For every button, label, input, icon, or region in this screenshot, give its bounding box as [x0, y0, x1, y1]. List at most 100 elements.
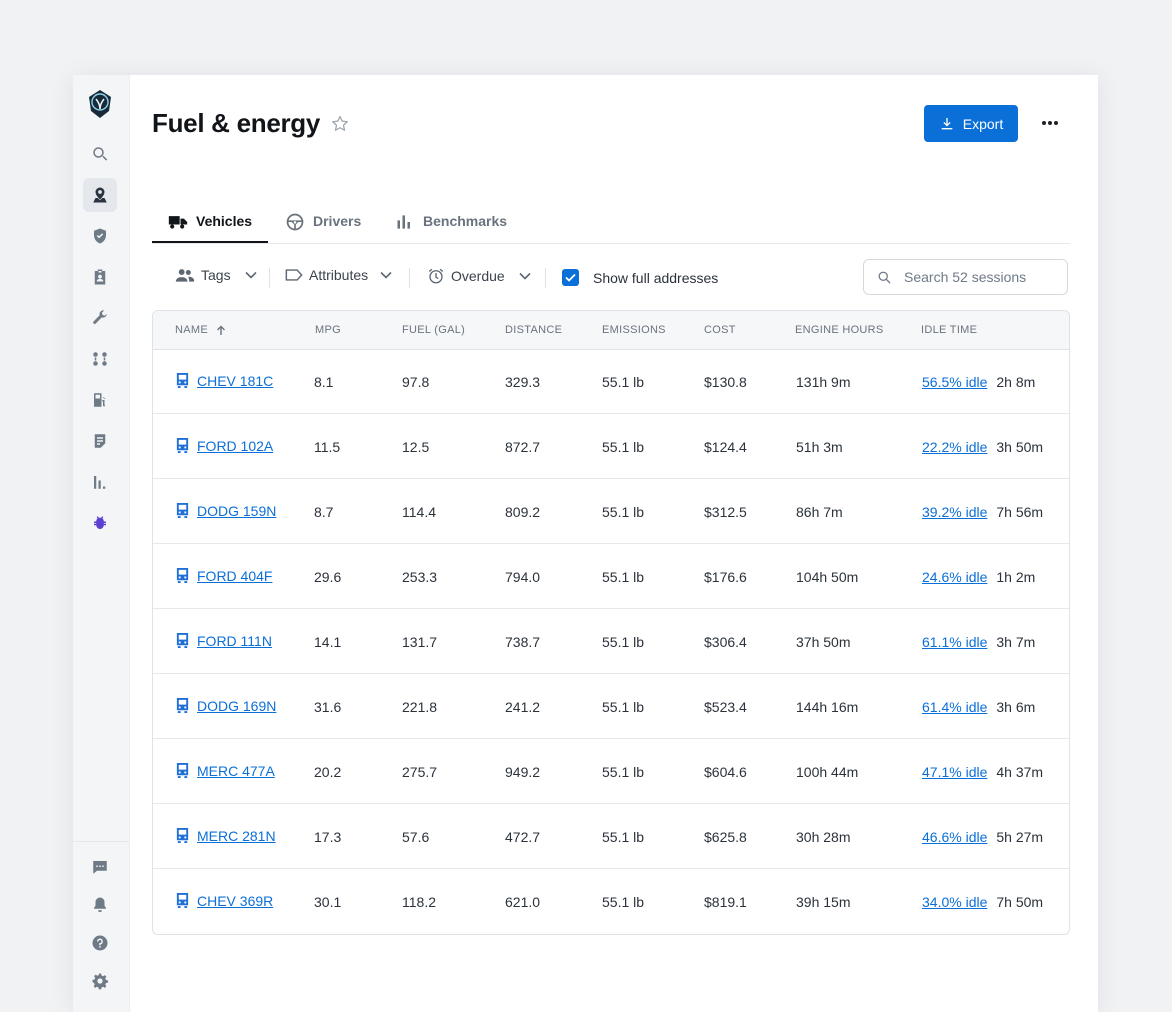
search-icon[interactable] [83, 137, 117, 171]
download-icon [941, 117, 953, 129]
star-icon[interactable] [330, 114, 350, 134]
idle-duration: 7h 50m [996, 894, 1044, 910]
fuel-cell: 97.8 [402, 374, 430, 390]
idle-percent-link[interactable]: 39.2% idle [922, 504, 987, 520]
chevron-down-icon [380, 271, 392, 279]
distance-cell: 949.2 [505, 764, 541, 780]
fuel-pump-icon[interactable] [83, 383, 117, 417]
idle-percent-link[interactable]: 61.1% idle [922, 634, 987, 650]
vehicle-name-link[interactable]: CHEV 369R [197, 893, 273, 909]
toolbar-divider [269, 268, 270, 288]
vehicle-name-link[interactable]: FORD 102A [197, 438, 273, 454]
emissions-cell: 55.1 lb [602, 569, 645, 585]
idle-duration: 3h 7m [996, 634, 1036, 650]
search-input[interactable] [902, 268, 1056, 286]
idle-time-cell: 34.0% idle 7h 50m [922, 894, 1043, 910]
page-header: Fuel & energy [152, 108, 350, 139]
engine-hours-cell: 100h 44m [796, 764, 859, 780]
bus-icon [176, 763, 189, 778]
tab-benchmarks[interactable]: Benchmarks [395, 209, 507, 243]
table-row[interactable]: FORD 102A 11.5 12.5 872.7 55.1 lb $124.4… [153, 414, 1069, 479]
idle-duration: 3h 50m [996, 439, 1044, 455]
idle-percent-link[interactable]: 24.6% idle [922, 569, 987, 585]
shield-icon[interactable] [83, 219, 117, 253]
overdue-filter[interactable]: Overdue [427, 267, 531, 285]
column-header-cost[interactable]: Cost [704, 324, 736, 336]
sort-ascending-icon [216, 325, 225, 335]
emissions-cell: 55.1 lb [602, 504, 645, 520]
table-row[interactable]: DODG 169N 31.6 221.8 241.2 55.1 lb $523.… [153, 674, 1069, 739]
clipboard-icon[interactable] [83, 260, 117, 294]
column-header-name[interactable]: Name [175, 324, 226, 336]
column-header-mpg[interactable]: MPG [315, 324, 341, 336]
idle-percent-link[interactable]: 47.1% idle [922, 764, 987, 780]
table-row[interactable]: MERC 477A 20.2 275.7 949.2 55.1 lb $604.… [153, 739, 1069, 804]
mpg-cell: 14.1 [314, 634, 342, 650]
gear-icon[interactable] [83, 964, 117, 998]
idle-percent-link[interactable]: 56.5% idle [922, 374, 987, 390]
engine-hours-cell: 37h 50m [796, 634, 851, 650]
tab-label: Vehicles [196, 213, 253, 229]
vehicle-name-link[interactable]: CHEV 181C [197, 373, 273, 389]
tags-filter[interactable]: Tags [175, 267, 257, 283]
help-icon[interactable] [83, 926, 117, 960]
bus-icon [176, 438, 189, 453]
column-header-fuel[interactable]: Fuel (gal) [402, 324, 465, 336]
bug-icon[interactable] [83, 506, 117, 540]
map-pin-icon[interactable] [83, 178, 117, 212]
cost-cell: $306.4 [704, 634, 747, 650]
table-row[interactable]: CHEV 369R 30.1 118.2 621.0 55.1 lb $819.… [153, 869, 1069, 934]
vehicle-cell: CHEV 181C [175, 372, 273, 389]
emissions-cell: 55.1 lb [602, 374, 645, 390]
column-header-emissions[interactable]: Emissions [602, 324, 666, 336]
engine-hours-cell: 104h 50m [796, 569, 859, 585]
show-full-addresses-checkbox[interactable] [562, 269, 579, 286]
column-header-engine-hours[interactable]: Engine hours [795, 324, 884, 336]
logo-icon[interactable] [88, 89, 112, 119]
cost-cell: $604.6 [704, 764, 747, 780]
vehicle-name-link[interactable]: MERC 477A [197, 763, 275, 779]
more-options-button[interactable] [1038, 111, 1062, 135]
document-icon[interactable] [83, 424, 117, 458]
vehicle-name-link[interactable]: DODG 159N [197, 503, 276, 519]
vehicle-name-link[interactable]: FORD 404F [197, 568, 272, 584]
bell-icon[interactable] [83, 888, 117, 922]
idle-percent-link[interactable]: 22.2% idle [922, 439, 987, 455]
chat-icon[interactable] [83, 850, 117, 884]
column-header-idle-time[interactable]: Idle time [921, 324, 977, 336]
chevron-down-icon [245, 271, 257, 279]
route-icon[interactable] [83, 342, 117, 376]
table-row[interactable]: DODG 159N 8.7 114.4 809.2 55.1 lb $312.5… [153, 479, 1069, 544]
export-button[interactable]: Export [924, 105, 1018, 142]
idle-percent-link[interactable]: 61.4% idle [922, 699, 987, 715]
emissions-cell: 55.1 lb [602, 634, 645, 650]
show-full-addresses-label[interactable]: Show full addresses [593, 270, 718, 286]
tab-drivers[interactable]: Drivers [285, 209, 361, 243]
table-row[interactable]: FORD 404F 29.6 253.3 794.0 55.1 lb $176.… [153, 544, 1069, 609]
filter-toolbar: Tags Attributes Overdue Show full addres… [152, 259, 1070, 297]
mpg-cell: 30.1 [314, 894, 342, 910]
column-header-distance[interactable]: Distance [505, 324, 562, 336]
search-icon [878, 271, 891, 284]
bus-icon [176, 373, 189, 388]
search-box[interactable] [863, 259, 1068, 295]
table-row[interactable]: FORD 111N 14.1 131.7 738.7 55.1 lb $306.… [153, 609, 1069, 674]
vehicle-name-link[interactable]: MERC 281N [197, 828, 276, 844]
vehicle-name-link[interactable]: FORD 111N [197, 633, 272, 649]
tab-label: Drivers [313, 213, 362, 229]
distance-cell: 872.7 [505, 439, 541, 455]
vehicle-cell: MERC 477A [175, 762, 275, 779]
vehicle-name-link[interactable]: DODG 169N [197, 698, 276, 714]
bar-chart-icon[interactable] [83, 465, 117, 499]
idle-time-cell: 47.1% idle 4h 37m [922, 764, 1043, 780]
wrench-icon[interactable] [83, 301, 117, 335]
attributes-filter[interactable]: Attributes [285, 267, 392, 283]
sidebar [73, 75, 130, 1012]
tab-vehicles[interactable]: Vehicles [152, 209, 268, 243]
idle-percent-link[interactable]: 46.6% idle [922, 829, 987, 845]
table-row[interactable]: CHEV 181C 8.1 97.8 329.3 55.1 lb $130.8 … [153, 349, 1069, 414]
table-row[interactable]: MERC 281N 17.3 57.6 472.7 55.1 lb $625.8… [153, 804, 1069, 869]
page-title: Fuel & energy [152, 108, 321, 138]
idle-percent-link[interactable]: 34.0% idle [922, 894, 987, 910]
mpg-cell: 29.6 [314, 569, 342, 585]
